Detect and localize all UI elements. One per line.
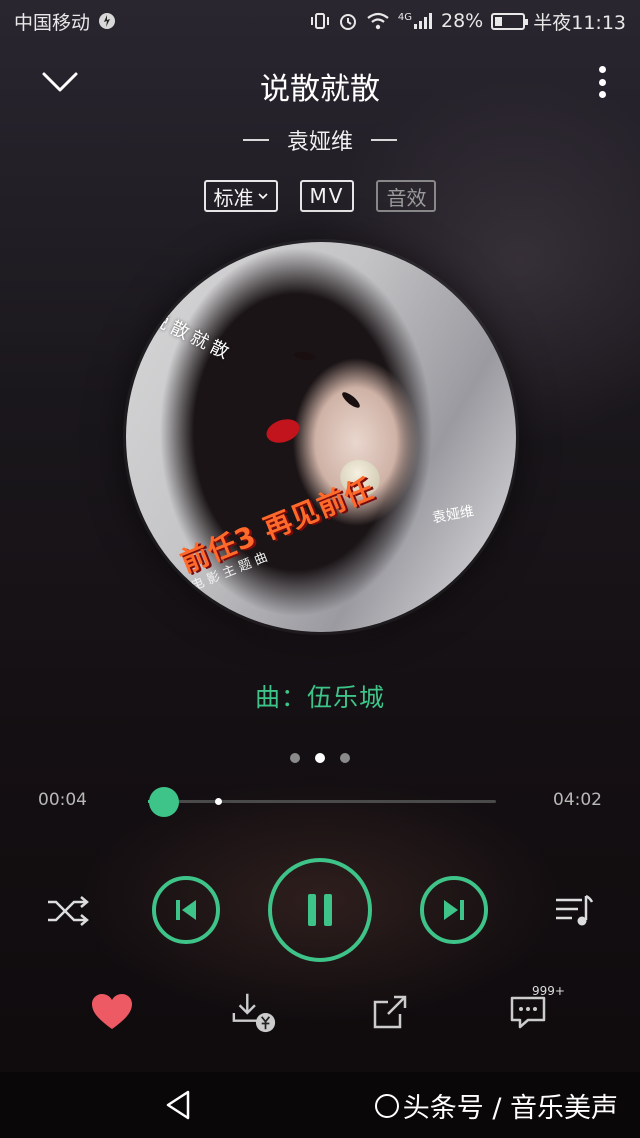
playlist-button[interactable] (552, 892, 596, 930)
skip-next-icon (444, 900, 464, 920)
alarm-icon (338, 11, 358, 31)
circle-icon (374, 1093, 399, 1118)
cover-art (340, 389, 362, 411)
artist-name[interactable]: 袁娅维 (287, 124, 353, 156)
page-dot-active (315, 753, 325, 763)
more-menu-button[interactable] (590, 62, 614, 102)
system-nav-bar: 头条号 / 音乐美声 (0, 1072, 640, 1138)
comment-count-badge: 999+ (532, 984, 565, 998)
album-cover[interactable]: 说散就散 前任3 再见前任 电影主题曲 袁娅维 (126, 242, 516, 632)
battery-percent: 28% (441, 10, 484, 32)
current-time: 00:04 (38, 790, 87, 810)
nav-back-button[interactable] (162, 1088, 196, 1122)
cover-art (293, 350, 317, 362)
sound-effect-button[interactable]: 音效 (376, 180, 437, 212)
pause-icon (308, 894, 332, 926)
quality-selector[interactable]: 标准 (203, 180, 278, 212)
page-indicator (0, 753, 640, 763)
watermark: 头条号 / 音乐美声 (374, 1086, 618, 1125)
battery-icon (491, 12, 529, 30)
mv-label: MV (309, 184, 345, 208)
artist-signature: 袁娅维 (431, 503, 476, 527)
chevron-down-icon (257, 193, 268, 200)
triangle-back-icon (166, 1090, 190, 1120)
heart-icon (92, 994, 132, 1029)
total-time: 04:02 (553, 790, 602, 810)
cover-title-text: 说散就散 (147, 307, 236, 366)
share-icon (373, 995, 407, 1029)
lyric-line[interactable]: 曲：伍乐城 (0, 678, 640, 714)
carrier-label: 中国移动 (14, 11, 91, 34)
network-type: 4G (397, 12, 412, 23)
download-button[interactable] (230, 990, 278, 1034)
favorite-button[interactable] (88, 990, 136, 1034)
share-button[interactable] (366, 990, 414, 1034)
quality-label: 标准 (213, 185, 254, 210)
comment-button[interactable]: 999+ (504, 984, 565, 1034)
more-dot-icon (598, 66, 606, 73)
shuffle-button[interactable] (44, 892, 92, 930)
vibrate-icon (310, 11, 330, 31)
progress-thumb[interactable] (148, 787, 179, 817)
page-dot (340, 753, 350, 763)
cover-art (263, 415, 303, 447)
player-header: 说散就散 (0, 52, 640, 112)
comment-icon (510, 996, 546, 1029)
page-dot (290, 753, 300, 763)
artist-row[interactable]: 袁娅维 (0, 124, 640, 156)
next-button[interactable] (420, 876, 488, 944)
more-dot-icon (598, 78, 606, 86)
option-chips: 标准 MV 音效 (0, 180, 640, 212)
buffer-marker (214, 798, 222, 805)
playlist-icon (556, 894, 594, 926)
pause-button[interactable] (268, 858, 372, 962)
mv-button[interactable]: MV (299, 180, 355, 212)
paid-download-icon (232, 993, 276, 1033)
wifi-icon (366, 11, 390, 31)
effect-label: 音效 (386, 185, 427, 210)
shuffle-icon (48, 896, 89, 926)
divider (371, 139, 397, 141)
previous-button[interactable] (152, 876, 220, 944)
poster-title: 前任3 再见前任 (175, 471, 379, 580)
song-title: 说散就散 (260, 72, 380, 107)
divider (242, 139, 269, 141)
status-bar: 中国移动 4G 28% 半夜11:13 (0, 0, 640, 42)
skip-previous-icon (176, 900, 196, 920)
status-time: 半夜11:13 (533, 11, 626, 34)
signal-icon: 4G (398, 12, 433, 30)
watermark-text: 头条号 / 音乐美声 (402, 1093, 618, 1124)
progress-track[interactable] (148, 798, 496, 805)
more-dot-icon (598, 91, 606, 98)
notification-icon (98, 12, 116, 30)
